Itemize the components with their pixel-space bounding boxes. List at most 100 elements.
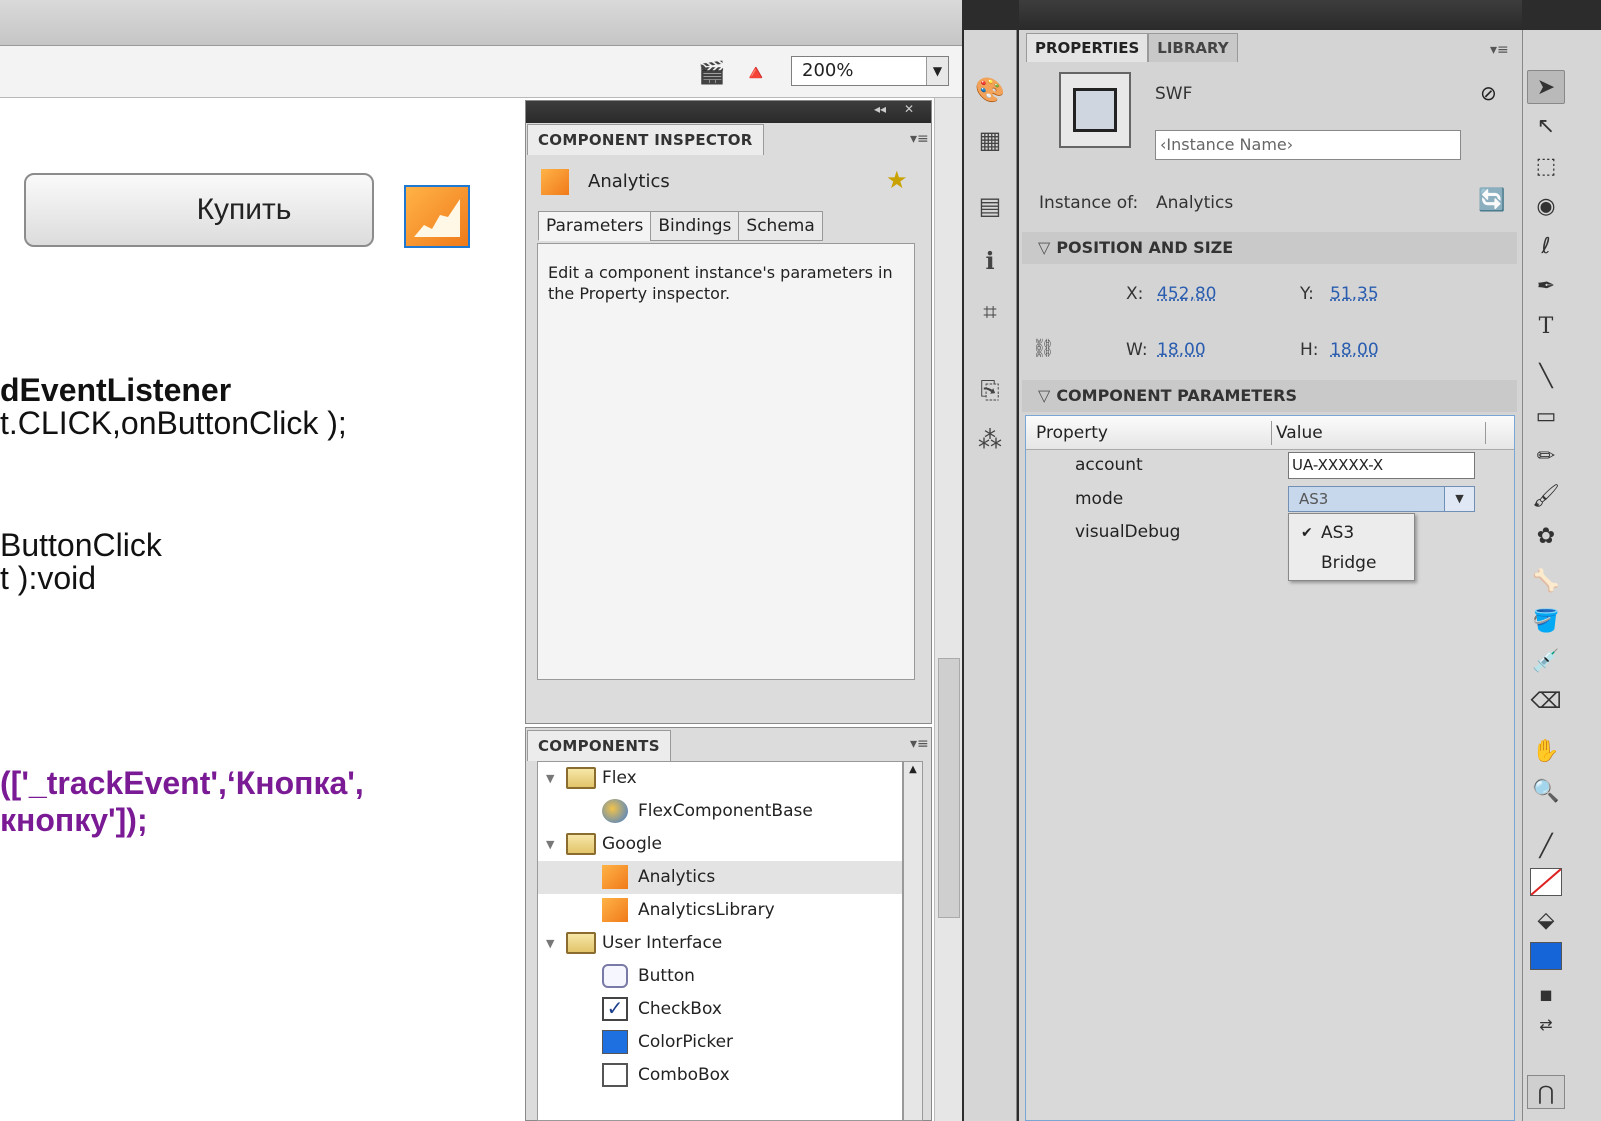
param-name: account xyxy=(1075,455,1143,475)
brush-tool-icon[interactable]: 🖌 xyxy=(1527,480,1565,514)
close-icon[interactable]: ✕ xyxy=(904,102,914,116)
tree-folder-google[interactable]: ▼ Google xyxy=(538,828,902,861)
hand-tool-icon[interactable]: ✋ xyxy=(1527,735,1565,769)
tab-bindings[interactable]: Bindings xyxy=(650,211,740,241)
tree-folder-user-interface[interactable]: ▼ User Interface xyxy=(538,927,902,960)
tree-item-colorpicker[interactable]: ColorPicker xyxy=(538,1026,902,1059)
position-size-header[interactable]: ▽ POSITION AND SIZE xyxy=(1022,232,1517,264)
line-tool-icon[interactable]: ╲ xyxy=(1527,360,1565,394)
free-transform-tool-icon[interactable]: ⬚ xyxy=(1527,150,1565,184)
tree-item-checkbox[interactable]: ✓ CheckBox xyxy=(538,993,902,1026)
chevron-down-icon[interactable]: ▼ xyxy=(1444,487,1474,511)
panel-menu-icon[interactable]: ▾≡ xyxy=(910,131,929,147)
swatches-icon[interactable]: ▦ xyxy=(973,124,1007,156)
subselection-tool-icon[interactable]: ↖ xyxy=(1527,110,1565,144)
swap-icon[interactable]: 🔄 xyxy=(1478,188,1505,213)
analytics-icon xyxy=(541,169,569,195)
pen-tool-icon[interactable]: ✒ xyxy=(1527,270,1565,304)
param-name: mode xyxy=(1075,489,1124,509)
scrollbar-thumb[interactable] xyxy=(938,658,960,918)
star-icon[interactable]: ★ xyxy=(886,166,908,194)
account-input[interactable]: UA-XXXXX-X xyxy=(1288,452,1475,479)
x-value[interactable]: 452,80 xyxy=(1157,284,1216,304)
info-icon[interactable]: ℹ xyxy=(973,245,1007,277)
transform-icon[interactable]: ⌗ xyxy=(973,296,1007,328)
components-scrollbar[interactable]: ▲ xyxy=(903,761,923,1121)
tree-label: Button xyxy=(638,966,695,986)
align-icon[interactable]: ▤ xyxy=(973,190,1007,222)
tree-item-button[interactable]: Button xyxy=(538,960,902,993)
folder-icon xyxy=(566,833,596,855)
color-panel-icon[interactable]: 🎨 xyxy=(973,74,1007,106)
components-panel-icon[interactable]: ⁂ xyxy=(973,424,1007,456)
zoom-tool-icon[interactable]: 🔍 xyxy=(1527,775,1565,809)
pencil-tool-icon[interactable]: ✏ xyxy=(1527,440,1565,474)
selection-tool-icon[interactable]: ➤ xyxy=(1527,70,1565,104)
h-value[interactable]: 18,00 xyxy=(1330,340,1379,360)
panel-menu-icon[interactable]: ▾≡ xyxy=(1490,42,1509,58)
chevron-down-icon[interactable]: ▼ xyxy=(926,57,948,85)
eraser-tool-icon[interactable]: ⌫ xyxy=(1527,685,1565,719)
swap-colors-icon[interactable]: ⇄ xyxy=(1527,1008,1565,1042)
instance-name-field[interactable]: ‹Instance Name› xyxy=(1155,130,1461,160)
analytics-icon xyxy=(602,865,628,889)
components-tab[interactable]: COMPONENTS xyxy=(527,730,671,761)
eyedropper-tool-icon[interactable]: 💉 xyxy=(1527,645,1565,679)
swf-symbol-icon xyxy=(1059,72,1131,148)
mode-option-as3[interactable]: ✔ AS3 xyxy=(1289,518,1414,548)
edit-scene-icon[interactable]: 🎬 xyxy=(697,60,727,88)
mode-option-bridge[interactable]: Bridge xyxy=(1289,548,1414,578)
paint-bucket-tool-icon[interactable]: 🪣 xyxy=(1527,605,1565,639)
link-proportions-icon[interactable]: ⛓ xyxy=(1032,338,1055,359)
tree-item-analytics[interactable]: Analytics xyxy=(538,861,902,894)
tree-label: AnalyticsLibrary xyxy=(638,900,775,920)
tab-schema[interactable]: Schema xyxy=(738,211,823,241)
tree-item-analyticslibrary[interactable]: AnalyticsLibrary xyxy=(538,894,902,927)
tree-item-flexcomponentbase[interactable]: FlexComponentBase xyxy=(538,795,902,828)
h-label: H: xyxy=(1300,340,1319,360)
default-colors-icon[interactable]: ◼ xyxy=(1527,978,1565,1012)
actions-icon[interactable]: ⎘ xyxy=(973,374,1007,406)
text-tool-icon[interactable]: T xyxy=(1527,310,1565,344)
tab-parameters[interactable]: Parameters xyxy=(538,211,652,241)
tree-folder-flex[interactable]: ▼ Flex xyxy=(538,762,902,795)
swap-symbol-icon[interactable]: ⊘ xyxy=(1480,81,1497,105)
mode-select[interactable]: AS3 ▼ xyxy=(1288,486,1475,512)
component-parameters-header[interactable]: ▽ COMPONENT PARAMETERS xyxy=(1022,380,1517,412)
tree-label: Google xyxy=(602,834,662,854)
fill-color-icon[interactable]: ⬙ xyxy=(1527,904,1565,938)
component-inspector-tab[interactable]: COMPONENT INSPECTOR xyxy=(527,124,764,155)
document-scrollbar[interactable] xyxy=(934,98,962,1121)
w-label: W: xyxy=(1126,340,1148,360)
rectangle-tool-icon[interactable]: ▭ xyxy=(1527,400,1565,434)
collapse-icon[interactable]: ◂◂ xyxy=(874,102,886,116)
bone-tool-icon[interactable]: 🦴 xyxy=(1527,565,1565,599)
flex-component-icon xyxy=(602,799,628,823)
checkbox-icon: ✓ xyxy=(602,997,628,1021)
edit-symbols-icon[interactable]: 🔺 xyxy=(741,60,771,88)
scroll-up-icon[interactable]: ▲ xyxy=(906,764,920,778)
tree-label: FlexComponentBase xyxy=(638,801,813,821)
fill-swatch[interactable] xyxy=(1530,942,1562,970)
analytics-component-icon[interactable] xyxy=(404,185,470,248)
3d-rotation-tool-icon[interactable]: ◉ xyxy=(1527,190,1565,224)
snap-magnet-icon[interactable]: ⋂ xyxy=(1527,1075,1565,1109)
deco-tool-icon[interactable]: ✿ xyxy=(1527,520,1565,554)
section-title: POSITION AND SIZE xyxy=(1056,238,1234,257)
y-value[interactable]: 51,35 xyxy=(1330,284,1379,304)
stroke-color-icon[interactable]: ╱ xyxy=(1527,830,1565,864)
grid-header-property: Property xyxy=(1036,423,1108,443)
w-value[interactable]: 18,00 xyxy=(1157,340,1206,360)
lasso-tool-icon[interactable]: ℓ xyxy=(1527,230,1565,264)
option-label: Bridge xyxy=(1321,553,1377,573)
grid-header: Property Value xyxy=(1026,416,1514,450)
buy-button[interactable]: Купить xyxy=(24,173,374,247)
tab-properties[interactable]: PROPERTIES xyxy=(1026,33,1149,62)
zoom-select[interactable]: 200% ▼ xyxy=(791,56,949,86)
panel-menu-icon[interactable]: ▾≡ xyxy=(910,736,929,752)
mode-dropdown: ✔ AS3 Bridge xyxy=(1288,513,1415,581)
symbol-type: SWF xyxy=(1155,84,1193,104)
tab-library[interactable]: LIBRARY xyxy=(1148,33,1238,62)
tree-item-combobox[interactable]: ComboBox xyxy=(538,1059,902,1092)
stroke-swatch[interactable] xyxy=(1530,868,1562,896)
